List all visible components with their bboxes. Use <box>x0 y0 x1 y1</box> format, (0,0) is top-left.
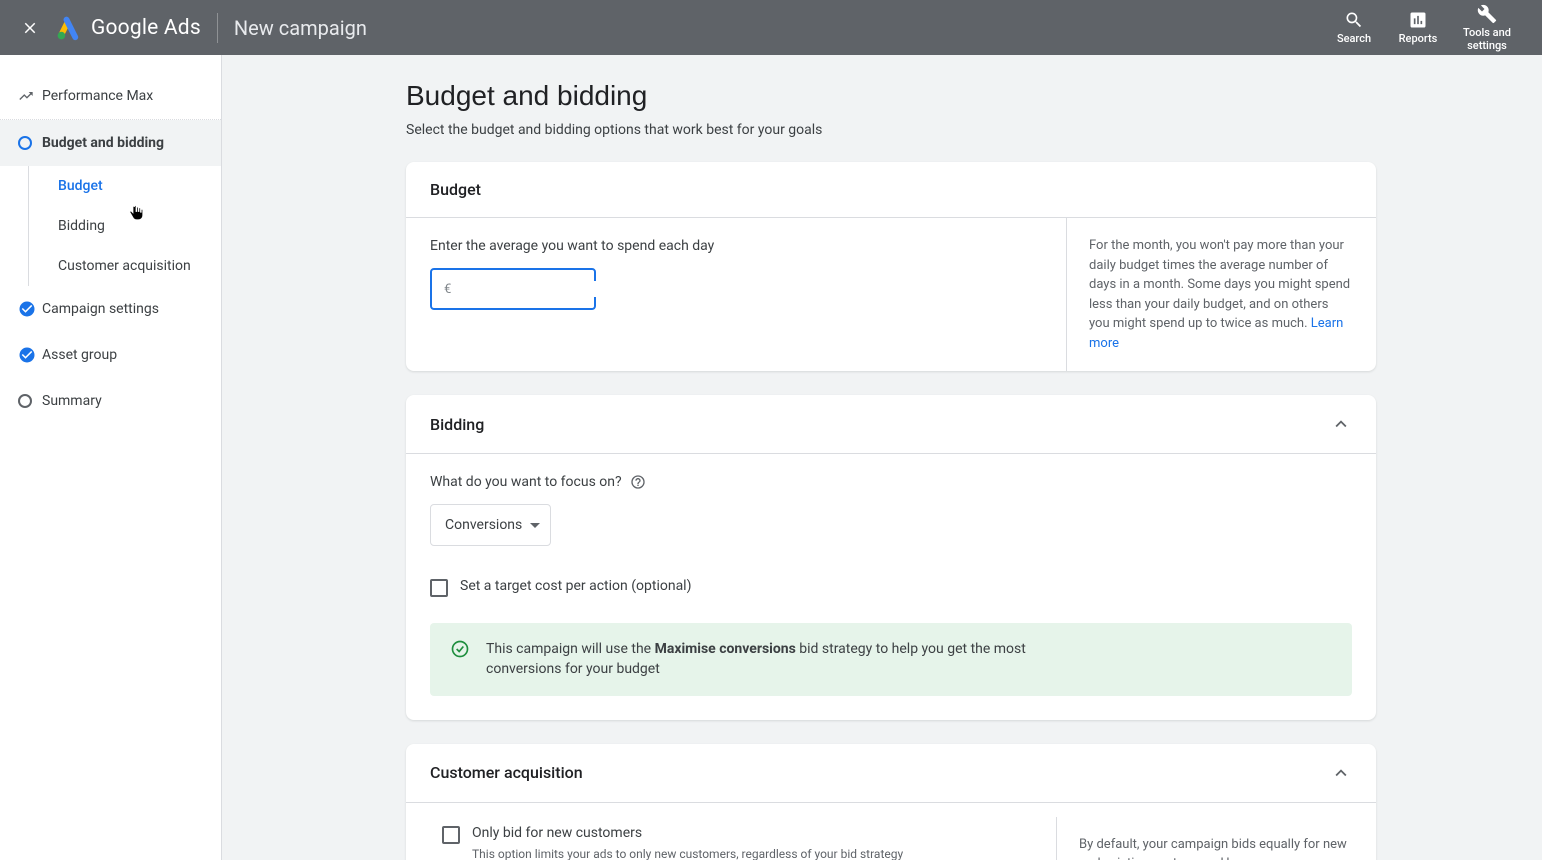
currency-symbol: € <box>444 282 451 297</box>
main-content: Budget and bidding Select the budget and… <box>222 55 1542 860</box>
reports-button[interactable]: Reports <box>1386 9 1450 46</box>
customer-acq-help-text: By default, your campaign bids equally f… <box>1079 835 1352 860</box>
customer-acquisition-card: Customer acquisition Only bid for new cu… <box>406 744 1376 860</box>
chevron-up-icon[interactable] <box>1330 762 1352 784</box>
search-icon <box>1344 9 1364 31</box>
sidebar-sub-bidding[interactable]: Bidding <box>0 206 221 246</box>
sidebar-item-performance-max[interactable]: Performance Max <box>0 73 221 119</box>
target-cpa-checkbox[interactable] <box>430 579 448 597</box>
sidebar: Performance Max Budget and bidding Budge… <box>0 55 222 860</box>
sidebar-sub-customer-acquisition[interactable]: Customer acquisition <box>0 246 221 286</box>
budget-card-header: Budget <box>406 162 1376 218</box>
sidebar-sub-budget[interactable]: Budget <box>0 166 221 206</box>
new-customers-checkbox[interactable] <box>442 826 460 844</box>
close-icon[interactable] <box>18 16 42 40</box>
app-header: Google Ads New campaign Search Reports T… <box>0 0 1542 55</box>
focus-label: What do you want to focus on? <box>430 474 1352 490</box>
sidebar-label: Asset group <box>42 347 117 363</box>
divider <box>217 13 218 43</box>
dropdown-arrow-icon <box>530 523 540 528</box>
sidebar-label: Performance Max <box>42 88 153 104</box>
bidding-card-header[interactable]: Bidding <box>406 395 1376 454</box>
target-cpa-label: Set a target cost per action (optional) <box>460 578 691 594</box>
search-button[interactable]: Search <box>1322 9 1386 46</box>
sidebar-item-asset-group[interactable]: Asset group <box>0 332 221 378</box>
sidebar-item-budget-bidding[interactable]: Budget and bidding <box>0 120 221 166</box>
sidebar-label: Budget and bidding <box>42 135 164 151</box>
step-complete-icon <box>18 300 42 318</box>
chevron-up-icon[interactable] <box>1330 413 1352 435</box>
trending-icon <box>18 88 42 104</box>
tools-settings-button[interactable]: Tools and settings <box>1450 3 1524 52</box>
new-customers-desc: This option limits your ads to only new … <box>472 847 903 860</box>
bar-chart-icon <box>1408 9 1428 31</box>
bid-strategy-banner: This campaign will use the Maximise conv… <box>430 623 1352 696</box>
sidebar-label: Summary <box>42 393 102 409</box>
budget-card: Budget Enter the average you want to spe… <box>406 162 1376 371</box>
page-subtitle: Select the budget and bidding options th… <box>406 122 1376 138</box>
budget-field-label: Enter the average you want to spend each… <box>430 238 1042 254</box>
brand-name: Google Ads <box>91 16 201 40</box>
google-ads-logo-icon <box>56 15 82 41</box>
sidebar-item-campaign-settings[interactable]: Campaign settings <box>0 286 221 332</box>
daily-budget-input[interactable]: € <box>430 268 596 310</box>
sidebar-label: Campaign settings <box>42 301 159 317</box>
step-complete-icon <box>18 346 42 364</box>
page-title: Budget and bidding <box>406 80 1376 112</box>
daily-budget-field[interactable] <box>453 281 634 297</box>
wrench-icon <box>1477 3 1497 25</box>
bidding-card: Bidding What do you want to focus on? Co… <box>406 395 1376 720</box>
budget-help-text: For the month, you won't pay more than y… <box>1089 236 1352 353</box>
check-circle-icon <box>450 639 470 659</box>
new-customers-label: Only bid for new customers <box>472 825 903 841</box>
focus-select[interactable]: Conversions <box>430 504 551 546</box>
step-pending-icon <box>18 394 42 408</box>
customer-acquisition-card-header[interactable]: Customer acquisition <box>406 744 1376 803</box>
header-page-title: New campaign <box>234 16 367 40</box>
help-icon[interactable] <box>630 474 646 490</box>
sidebar-item-summary[interactable]: Summary <box>0 378 221 424</box>
step-current-icon <box>18 136 42 150</box>
